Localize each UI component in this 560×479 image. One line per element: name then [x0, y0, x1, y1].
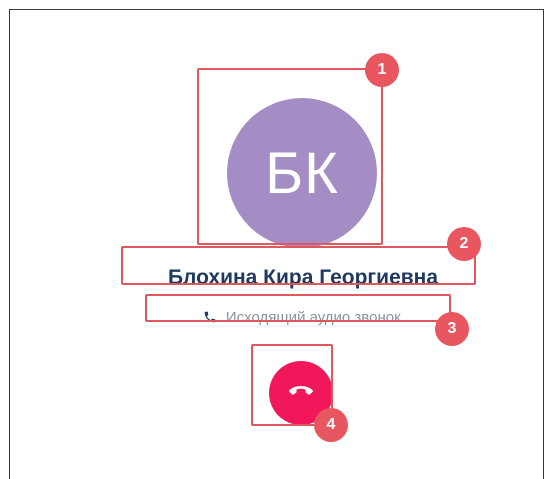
annotation-badge-1: 1: [365, 53, 399, 87]
highlight-status: [145, 294, 451, 322]
call-window: БК Блохина Кира Георгиевна Исходящий ауд…: [9, 9, 544, 479]
highlight-name: [121, 246, 476, 285]
annotation-badge-2: 2: [447, 227, 481, 261]
highlight-avatar: [197, 68, 383, 245]
annotation-badge-3: 3: [435, 312, 469, 346]
annotation-badge-4: 4: [314, 408, 348, 442]
